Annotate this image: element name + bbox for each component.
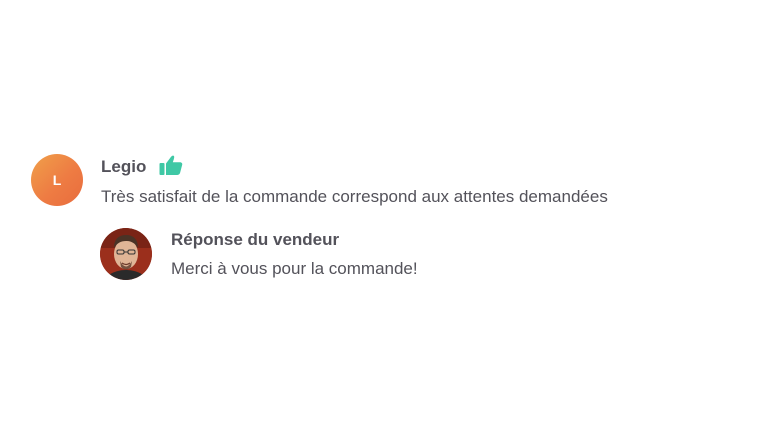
seller-avatar-photo-icon	[100, 228, 152, 280]
seller-avatar	[100, 228, 152, 280]
reviewer-avatar: L	[31, 154, 83, 206]
reviewer-avatar-initial: L	[52, 172, 62, 188]
review-text: Très satisfait de la commande correspond…	[101, 187, 608, 206]
seller-reply-title: Réponse du vendeur	[171, 230, 340, 249]
seller-reply-text: Merci à vous pour la commande!	[171, 259, 418, 278]
reviewer-name: Legio	[101, 157, 147, 176]
thumbs-up-icon	[159, 155, 183, 175]
